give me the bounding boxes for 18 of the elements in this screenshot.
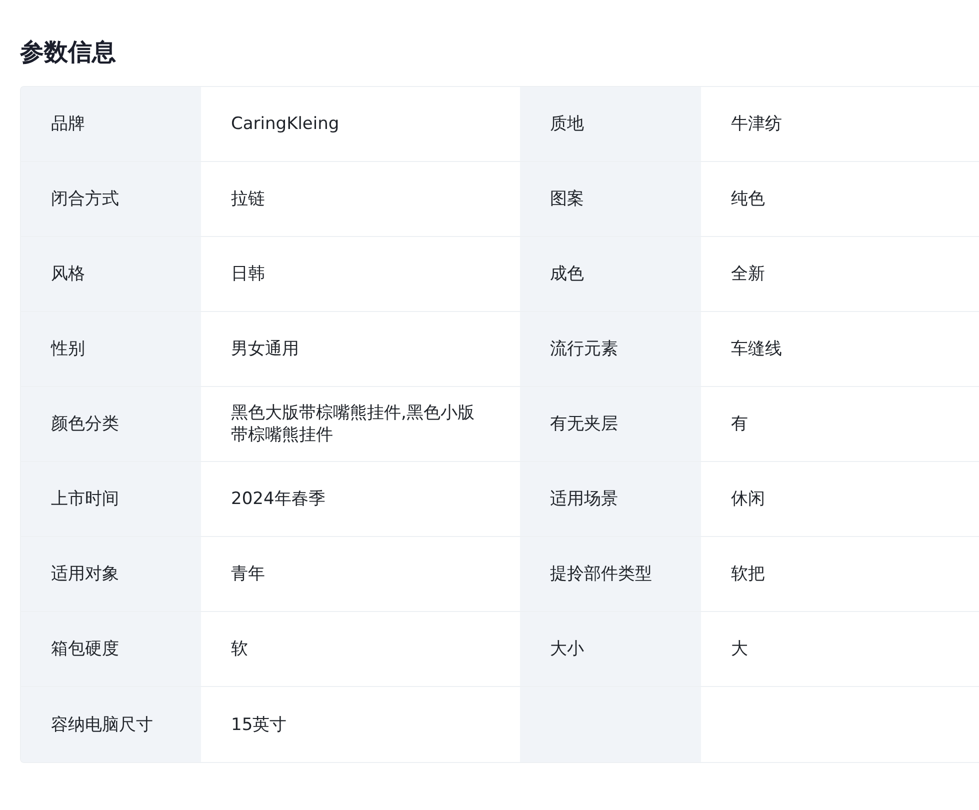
parameter-label: 闭合方式 xyxy=(21,162,201,237)
parameter-label: 有无夹层 xyxy=(520,387,701,462)
parameter-label: 适用对象 xyxy=(21,537,201,612)
parameter-label: 箱包硬度 xyxy=(21,612,201,687)
section-title: 参数信息 xyxy=(20,37,117,68)
parameter-label: 适用场景 xyxy=(520,462,701,537)
parameter-label: 颜色分类 xyxy=(21,387,201,462)
parameter-label: 质地 xyxy=(520,87,701,162)
parameter-label: 图案 xyxy=(520,162,701,237)
parameter-label: 大小 xyxy=(520,612,701,687)
parameter-label: 上市时间 xyxy=(21,462,201,537)
parameter-label: 成色 xyxy=(520,237,701,312)
parameter-label: 容纳电脑尺寸 xyxy=(21,687,201,762)
parameter-label: 流行元素 xyxy=(520,312,701,387)
parameter-label: 品牌 xyxy=(21,87,201,162)
parameter-label: 性别 xyxy=(21,312,201,387)
parameter-label: 风格 xyxy=(21,237,201,312)
parameter-label: 提拎部件类型 xyxy=(520,537,701,612)
